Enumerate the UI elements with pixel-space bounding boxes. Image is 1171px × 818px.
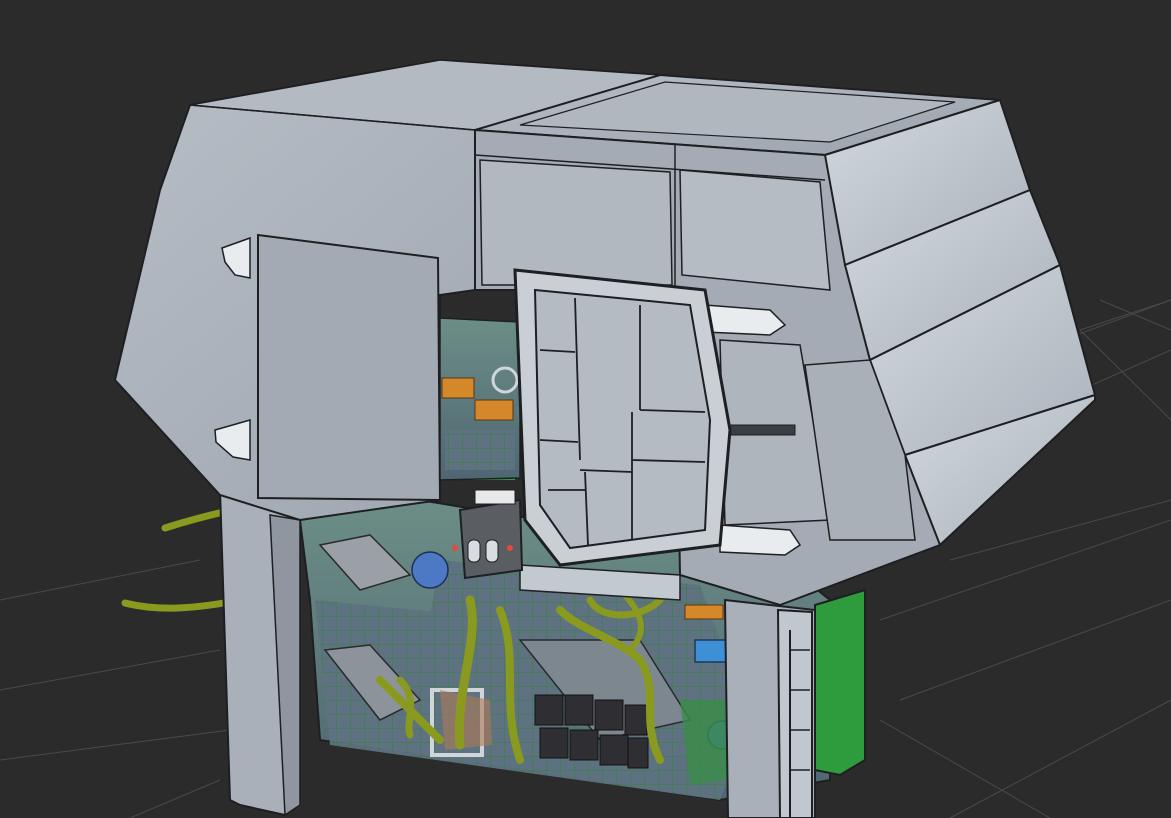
support-pillar-right: [723, 598, 816, 818]
grid-line: [949, 699, 1171, 818]
grid-line: [0, 729, 231, 761]
support-pillar-left: [218, 488, 301, 817]
3d-viewport[interactable]: [0, 0, 1171, 818]
dark-panel-array: [534, 694, 649, 769]
grid-line: [899, 599, 1171, 701]
upper-interior: [439, 317, 521, 481]
front-hatch-door: [513, 268, 732, 567]
grid-line: [949, 499, 1171, 561]
grid-line: [1099, 299, 1171, 331]
scene-render[interactable]: [0, 0, 1171, 818]
grid-line: [1079, 299, 1171, 331]
grid-line: [0, 559, 201, 601]
grid-line: [129, 779, 221, 818]
grid-line: [0, 649, 221, 691]
grid-line: [879, 719, 1051, 818]
grid-line: [1079, 329, 1171, 421]
